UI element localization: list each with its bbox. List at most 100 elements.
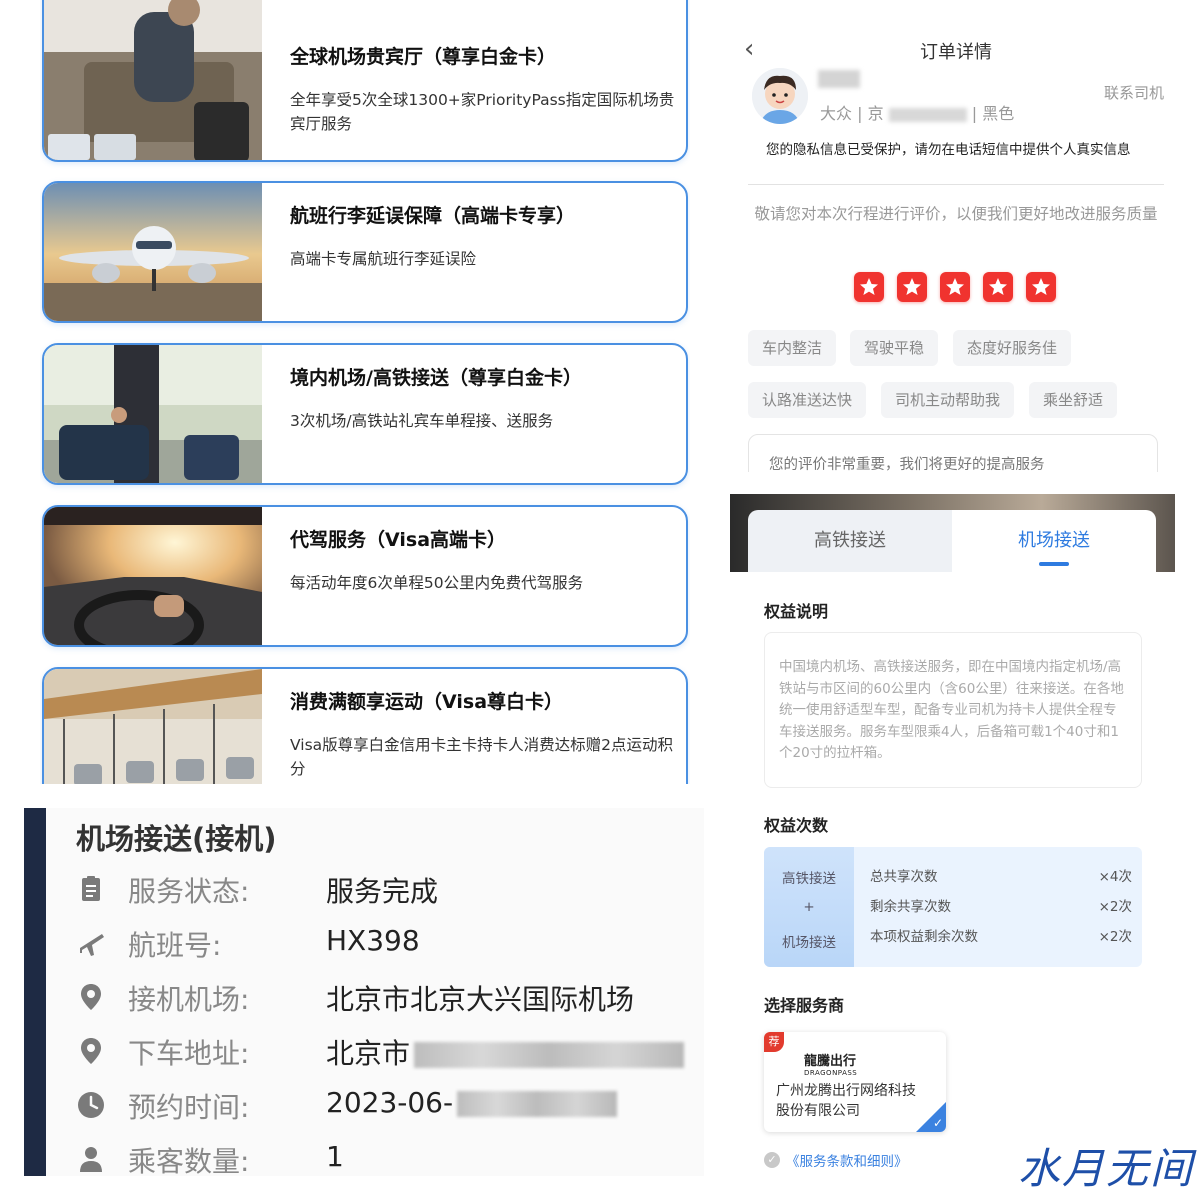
benefit-card-flight-delay[interactable]: 航班行李延误保障（高端卡专享） 高端卡专属航班行李延误险 (42, 181, 688, 323)
count-scope: 高铁接送 + 机场接送 (764, 847, 854, 967)
tab-airport-transfer[interactable]: 机场接送 (952, 510, 1156, 572)
divider (748, 184, 1164, 185)
airplane-icon (80, 934, 104, 956)
count-row: 本项权益剩余次数 ×2次 (870, 925, 1132, 945)
terms-text[interactable]: 《服务条款和细则》 (786, 1150, 908, 1170)
section-title-provider: 选择服务商 (764, 996, 845, 1015)
separator: | (857, 104, 868, 123)
benefit-count-box: 高铁接送 + 机场接送 总共享次数 ×4次 剩余共享次数 ×2次 本项权益剩余次… (764, 847, 1142, 967)
rating-tag[interactable]: 车内整洁 (748, 330, 837, 366)
location-pin-icon (81, 984, 101, 1010)
service-title: 机场接送(接机) (76, 822, 277, 856)
benefit-card-sports[interactable]: 消费满额享运动（Visa尊白卡） Visa版尊享白金信用卡主卡持卡人消费达标赠2… (42, 667, 688, 784)
location-pin-icon (81, 1038, 101, 1064)
star-icon[interactable] (897, 272, 927, 302)
count-label: 剩余共享次数 (870, 899, 951, 915)
info-label: 下车地址: (128, 1037, 250, 1070)
star-icon[interactable] (1026, 272, 1056, 302)
check-circle-icon[interactable]: ✓ (764, 1152, 780, 1168)
info-value: 2023-06- (326, 1086, 618, 1119)
service-tabs: 高铁接送 机场接送 (748, 510, 1156, 572)
card-title: 代驾服务（Visa高端卡） (290, 529, 507, 551)
info-value: 服务完成 (326, 875, 439, 908)
time-redacted (457, 1091, 618, 1117)
provider-card[interactable]: 荐 龍騰出行 DRAGONPASS 广州龙腾出行网络科技股份有限公司 ✓ (764, 1032, 946, 1132)
comment-input[interactable]: 您的评价非常重要，我们将更好的提高服务 (748, 434, 1158, 472)
count-scope-plus: + (803, 899, 815, 915)
benefit-card-transfer[interactable]: 境内机场/高铁接送（尊享白金卡） 3次机场/高铁站礼宾车单程接、送服务 (42, 343, 688, 485)
info-label: 服务状态: (128, 875, 250, 908)
recommended-badge: 荐 (764, 1032, 784, 1052)
provider-name: 广州龙腾出行网络科技股份有限公司 (776, 1083, 916, 1119)
provider-logo-text: 龍騰出行 (804, 1054, 857, 1069)
info-value: HX398 (326, 924, 420, 957)
comment-placeholder: 您的评价非常重要，我们将更好的提高服务 (769, 457, 1045, 472)
card-title: 航班行李延误保障（高端卡专享） (290, 205, 576, 227)
count-row: 剩余共享次数 ×2次 (870, 895, 1132, 915)
watermark: 水月无间 (1017, 1144, 1194, 1193)
info-value: 北京市北京大兴国际机场 (326, 983, 635, 1016)
clipboard-icon (82, 876, 100, 901)
info-row: 下车地址: 北京市 (76, 1032, 696, 1072)
card-title: 消费满额享运动（Visa尊白卡） (290, 691, 564, 713)
plate-prefix: 京 (867, 104, 884, 123)
rating-tag[interactable]: 驾驶平稳 (850, 330, 939, 366)
count-value: ×2次 (1098, 929, 1132, 945)
gym-photo (44, 669, 262, 784)
count-scope-airport: 机场接送 (782, 935, 836, 951)
transfer-benefit-panel: 高铁接送 机场接送 权益说明 中国境内机场、高铁接送服务，即在中国境内指定机场/… (730, 494, 1175, 1184)
info-label: 预约时间: (128, 1091, 250, 1124)
page-title: 订单详情 (920, 42, 992, 63)
benefit-card-list: 全球机场贵宾厅（尊享白金卡） 全年享受5次全球1300+家PriorityPas… (40, 0, 690, 784)
benefit-card-lounge[interactable]: 全球机场贵宾厅（尊享白金卡） 全年享受5次全球1300+家PriorityPas… (42, 0, 688, 162)
card-description: 每活动年度6次单程50公里内免费代驾服务 (290, 574, 584, 592)
accent-bar (24, 808, 46, 1176)
card-description: 全年享受5次全球1300+家PriorityPass指定国际机场贵宾厅服务 (290, 91, 675, 134)
count-row: 总共享次数 ×4次 (870, 865, 1132, 885)
rating-tag[interactable]: 认路准送达快 (748, 382, 867, 418)
star-icon[interactable] (940, 272, 970, 302)
info-row: 乘客数量: 1 (76, 1140, 696, 1176)
driver-avatar (752, 68, 808, 124)
driving-photo (44, 507, 262, 645)
card-description: Visa版尊享白金信用卡主卡持卡人消费达标赠2点运动积分 (290, 736, 674, 779)
service-info-panel: 机场接送(接机) 服务状态: 服务完成 航班号: HX398 接机机场: 北京市… (24, 808, 704, 1176)
provider-logo-en: DRAGONPASS (804, 1069, 858, 1077)
lounge-photo (44, 0, 262, 160)
clock-icon (78, 1092, 104, 1118)
section-title-count: 权益次数 (764, 816, 829, 835)
count-value: ×2次 (1098, 899, 1132, 915)
car-brand: 大众 (820, 104, 853, 123)
plate-redacted (888, 107, 967, 122)
person-icon (80, 1147, 102, 1172)
rating-tag[interactable]: 司机主动帮助我 (881, 382, 1015, 418)
info-row: 预约时间: 2023-06- (76, 1086, 696, 1126)
info-row: 航班号: HX398 (76, 924, 696, 964)
star-icon[interactable] (854, 272, 884, 302)
terms-link[interactable]: ✓ 《服务条款和细则》 (764, 1150, 908, 1170)
separator: | (971, 104, 983, 123)
benefit-description: 中国境内机场、高铁接送服务，即在中国境内指定机场/高铁站与市区间的60公里内（含… (764, 632, 1142, 788)
info-row: 服务状态: 服务完成 (76, 870, 696, 910)
provider-logo: 龍騰出行 DRAGONPASS (804, 1050, 857, 1077)
card-title: 全球机场贵宾厅（尊享白金卡） (290, 46, 557, 68)
time-text: 2023-06- (326, 1086, 454, 1119)
info-value: 北京市 (326, 1032, 685, 1072)
info-label: 航班号: (128, 929, 222, 962)
star-icon[interactable] (983, 272, 1013, 302)
order-detail-panel: ‹ 订单详情 大众 | 京 | 黑色 联系司机 您的隐私信息已受保护，请勿在电话… (730, 22, 1170, 472)
car-info: 大众 | 京 | 黑色 (820, 100, 1014, 124)
address-redacted (414, 1042, 685, 1068)
card-title: 境内机场/高铁接送（尊享白金卡） (290, 367, 582, 389)
info-row: 接机机场: 北京市北京大兴国际机场 (76, 978, 696, 1018)
airplane-photo (44, 183, 262, 321)
star-rating[interactable] (854, 272, 1056, 302)
count-scope-rail: 高铁接送 (782, 871, 836, 887)
tab-rail-transfer[interactable]: 高铁接送 (748, 510, 952, 572)
benefit-card-chauffeur[interactable]: 代驾服务（Visa高端卡） 每活动年度6次单程50公里内免费代驾服务 (42, 505, 688, 647)
section-title-description: 权益说明 (764, 602, 829, 621)
rating-tag[interactable]: 乘坐舒适 (1029, 382, 1118, 418)
rating-tag[interactable]: 态度好服务佳 (953, 330, 1072, 366)
contact-driver-button[interactable]: 联系司机 (1104, 82, 1164, 103)
count-label: 本项权益剩余次数 (870, 929, 978, 945)
